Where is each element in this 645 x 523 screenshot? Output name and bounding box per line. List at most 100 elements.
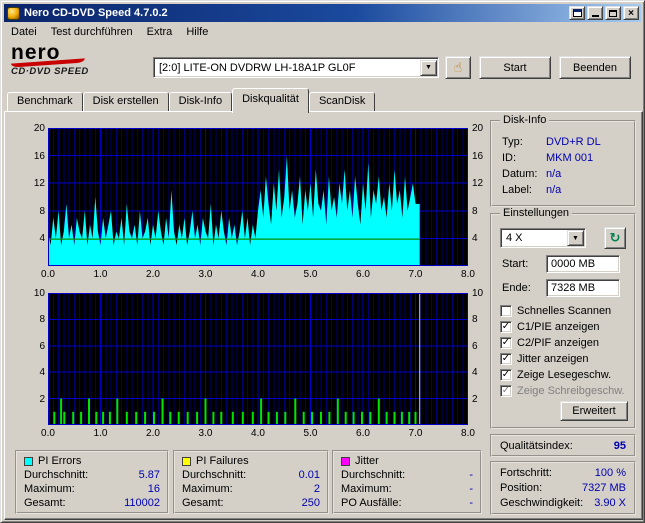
checkbox-label-3: Jitter anzeigen — [517, 353, 589, 365]
window-title: Nero CD-DVD Speed 4.7.0.2 — [24, 7, 168, 19]
axis-tick-label: 5.0 — [303, 428, 318, 439]
settings-group: Einstellungen 4 X ▼ ↻ Start: 0000 MB End… — [490, 207, 636, 429]
advanced-button[interactable]: Erweitert — [560, 401, 628, 421]
menu-bar: Datei Test durchführen Extra Hilfe — [4, 23, 641, 41]
progress-row: Fortschritt: 100 % — [500, 467, 626, 479]
checkbox-row-1[interactable]: ✓ C1/PIE anzeigen — [500, 319, 630, 335]
pi-failures-legend-swatch — [182, 456, 191, 466]
axis-tick-label: 1.0 — [93, 428, 108, 439]
quality-index-label: Qualitätsindex: — [500, 439, 573, 452]
minimize-button[interactable] — [587, 6, 603, 20]
stat-row: Durchschnitt: 0.01 — [182, 469, 320, 481]
progress-panel: Fortschritt: 100 % Position: 7327 MB Gesch… — [490, 461, 636, 515]
axis-tick-label: 6.0 — [356, 428, 370, 439]
disk-info-row-typ: Typ: DVD+R DL — [502, 136, 601, 148]
axis-tick-label: 6 — [472, 340, 478, 352]
pi-errors-stats: PI Errors Durchschnitt: 5.87 Maximum: 16 G… — [15, 450, 169, 514]
tab-benchmark[interactable]: Benchmark — [7, 92, 83, 111]
speed-select-value: 4 X — [506, 232, 523, 244]
checkbox-row-4[interactable]: ✓ Zeige Lesegeschw. — [500, 367, 630, 383]
chevron-down-icon[interactable]: ▼ — [420, 59, 437, 76]
checkbox-row-0[interactable]: Schnelles Scannen — [500, 303, 630, 319]
checkbox-4[interactable]: ✓ — [500, 369, 512, 381]
axis-tick-label: 2 — [472, 393, 478, 405]
quit-button[interactable]: Beenden — [559, 56, 631, 79]
disk-info-row-label: Label: n/a — [502, 184, 562, 196]
chevron-down-icon[interactable]: ▼ — [567, 230, 584, 246]
menu-test-durchfuehren[interactable]: Test durchführen — [44, 24, 140, 40]
disk-info-group-title: Disk-Info — [500, 114, 550, 126]
axis-tick-label: 7.0 — [408, 269, 423, 280]
axis-tick-label: 4.0 — [251, 428, 265, 439]
checkbox-3[interactable]: ✓ — [500, 353, 512, 365]
pi-failures-stats: PI Failures Durchschnitt: 0.01 Maximum: 2 … — [173, 450, 329, 514]
axis-tick-label: 8.0 — [461, 428, 475, 439]
quality-index-panel: Qualitätsindex: 95 — [490, 434, 636, 457]
speed-row: Geschwindigkeit: 3.90 X — [500, 497, 626, 509]
tab-scandisk[interactable]: ScanDisk — [308, 92, 376, 111]
stat-row: Gesamt: 110002 — [24, 497, 160, 509]
axis-tick-label: 8 — [472, 205, 478, 217]
refresh-button[interactable]: ↻ — [604, 227, 626, 249]
end-field[interactable]: 7328 MB — [546, 279, 620, 297]
checkbox-row-3[interactable]: ✓ Jitter anzeigen — [500, 351, 630, 367]
checkbox-row-5[interactable]: ✓ Zeige Schreibgeschw. — [500, 383, 630, 399]
menu-datei[interactable]: Datei — [4, 24, 44, 40]
settings-checkbox-list: Schnelles Scannen ✓ C1/PIE anzeigen ✓ C2/PIF… — [500, 303, 630, 399]
drive-select[interactable]: [2:0] LITE-ON DVDRW LH-18A1P GL0F ▼ — [153, 57, 439, 78]
tab-diskqualitaet[interactable]: Diskqualität — [232, 88, 309, 113]
position-row: Position: 7327 MB — [500, 482, 626, 494]
axis-tick-label: 12 — [472, 178, 484, 190]
app-window: Nero CD-DVD Speed 4.7.0.2 × Datei Test d… — [0, 0, 645, 523]
axis-tick-label: 10 — [33, 288, 45, 299]
settings-group-title: Einstellungen — [500, 207, 573, 219]
end-field-label: Ende: — [502, 282, 531, 294]
pi-errors-legend-swatch — [24, 456, 33, 466]
axis-tick-label: 2 — [39, 393, 45, 405]
axis-tick-label: 4 — [39, 367, 45, 379]
disk-info-row-id: ID: MKM 001 — [502, 152, 594, 164]
quality-index-value: 95 — [613, 439, 626, 452]
start-button[interactable]: Start — [479, 56, 551, 79]
app-icon[interactable] — [7, 6, 20, 20]
axis-tick-label: 0.0 — [41, 269, 55, 280]
jitter-stats-title: Jitter — [355, 455, 379, 467]
start-field[interactable]: 0000 MB — [546, 255, 620, 273]
axis-tick-label: 16 — [33, 150, 45, 162]
checkbox-0[interactable] — [500, 305, 512, 317]
axis-tick-label: 2.0 — [146, 269, 160, 280]
axis-tick-label: 6.0 — [356, 269, 370, 280]
maximize-button[interactable] — [605, 6, 621, 20]
axis-tick-label: 4.0 — [251, 269, 265, 280]
checkbox-row-2[interactable]: ✓ C2/PIF anzeigen — [500, 335, 630, 351]
axis-tick-label: 4 — [472, 233, 478, 245]
mini-window-icon — [572, 9, 582, 17]
axis-tick-label: 8.0 — [461, 269, 475, 280]
tab-disk-info[interactable]: Disk-Info — [168, 92, 233, 111]
close-button[interactable]: × — [623, 6, 639, 20]
checkbox-label-0: Schnelles Scannen — [517, 305, 612, 317]
titlebar[interactable]: Nero CD-DVD Speed 4.7.0.2 × — [4, 4, 641, 22]
checkbox-1[interactable]: ✓ — [500, 321, 512, 333]
checkbox-2[interactable]: ✓ — [500, 337, 512, 349]
stat-row: Durchschnitt: 5.87 — [24, 469, 160, 481]
hand-tool-button[interactable]: ☝ — [445, 56, 471, 79]
maximize-icon — [609, 9, 617, 17]
titlebar-extra-button[interactable] — [569, 6, 585, 20]
hand-icon: ☝ — [453, 59, 463, 75]
axis-tick-label: 8 — [39, 314, 45, 326]
axis-tick-label: 20 — [33, 123, 45, 134]
disk-info-group: Disk-Info Typ: DVD+R DL ID: MKM 001 Datum:… — [490, 114, 636, 207]
refresh-icon: ↻ — [609, 230, 621, 245]
cddvd-speed-logo-text: CD·DVD SPEED — [11, 66, 89, 77]
stat-row: Gesamt: 250 — [182, 497, 320, 509]
speed-select[interactable]: 4 X ▼ — [500, 228, 586, 248]
axis-tick-label: 10 — [472, 288, 484, 299]
menu-extra[interactable]: Extra — [140, 24, 180, 40]
checkbox-5[interactable]: ✓ — [500, 385, 512, 397]
tab-disk-erstellen[interactable]: Disk erstellen — [82, 92, 169, 111]
stat-row: Maximum: - — [341, 483, 473, 495]
pi-failures-stats-title: PI Failures — [196, 455, 249, 467]
menu-hilfe[interactable]: Hilfe — [179, 24, 215, 40]
axis-tick-label: 8 — [39, 205, 45, 217]
